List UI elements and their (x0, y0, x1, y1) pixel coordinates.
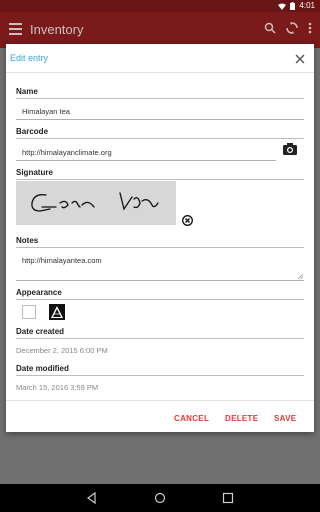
date-created-divider (16, 338, 304, 339)
clear-signature-icon[interactable] (182, 215, 193, 226)
save-button[interactable]: SAVE (274, 414, 296, 423)
battery-icon (290, 2, 296, 10)
camera-icon[interactable] (283, 143, 297, 155)
notes-divider (16, 247, 304, 248)
dialog-form[interactable]: Name Himalayan tea Barcode http://himala… (6, 73, 314, 400)
date-modified-divider (16, 375, 304, 376)
notes-label: Notes (16, 236, 39, 245)
barcode-divider (16, 138, 304, 139)
name-divider (16, 98, 304, 99)
more-vert-icon[interactable] (308, 22, 312, 34)
signature-drawing (31, 192, 159, 212)
appearance-label: Appearance (16, 288, 62, 297)
app-title: Inventory (30, 22, 84, 37)
recents-icon[interactable] (222, 492, 234, 504)
home-icon[interactable] (154, 492, 166, 504)
barcode-input-underline (16, 160, 276, 161)
cancel-button[interactable]: CANCEL (174, 414, 209, 423)
date-modified-value: March 15, 2016 3:59 PM (16, 383, 99, 392)
name-input[interactable]: Himalayan tea (22, 107, 70, 116)
signature-label: Signature (16, 168, 53, 177)
navigation-bar (0, 484, 320, 512)
texture-icon[interactable] (49, 304, 65, 320)
signature-pad[interactable] (16, 181, 176, 225)
search-icon[interactable] (264, 22, 276, 34)
sync-icon[interactable] (286, 22, 298, 34)
appearance-divider (16, 299, 304, 300)
color-swatch[interactable] (22, 305, 36, 319)
name-label: Name (16, 87, 38, 96)
notes-input[interactable]: http://himalayantea.com (22, 256, 102, 265)
close-icon[interactable] (295, 54, 305, 64)
dialog-title: Edit entry (10, 53, 49, 63)
status-bar: 4:01 (0, 0, 320, 12)
edit-entry-dialog: Edit entry Name Himalayan tea Barcode ht… (6, 44, 314, 432)
resize-handle-icon[interactable] (297, 273, 304, 280)
back-icon[interactable] (86, 492, 98, 504)
barcode-label: Barcode (16, 127, 49, 136)
menu-icon[interactable] (9, 23, 22, 35)
barcode-input[interactable]: http://himalayanclimate.org (22, 148, 112, 157)
wifi-icon (278, 3, 287, 10)
signature-divider (16, 179, 304, 180)
name-input-underline (16, 119, 304, 120)
date-modified-label: Date modified (16, 364, 69, 373)
notes-input-underline (16, 280, 304, 281)
date-created-label: Date created (16, 327, 65, 336)
app-toolbar: Inventory (0, 12, 320, 48)
delete-button[interactable]: DELETE (225, 414, 258, 423)
date-created-value: December 2, 2015 6:00 PM (16, 346, 108, 355)
button-bar-divider (6, 400, 314, 401)
status-time: 4:01 (299, 1, 315, 10)
